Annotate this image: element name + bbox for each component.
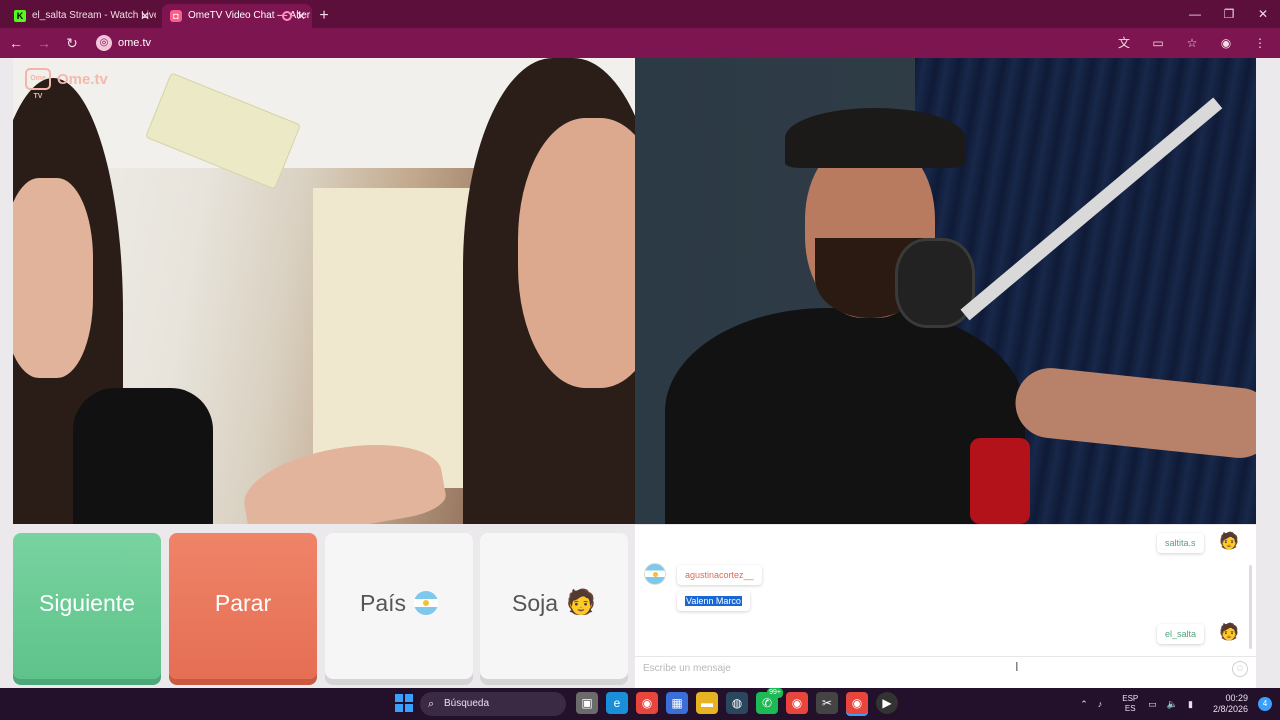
task-view-icon[interactable]: ▣ xyxy=(576,692,598,714)
window-blind xyxy=(313,188,483,488)
volume-icon[interactable]: 🔈 xyxy=(1167,699,1178,710)
minimize-icon[interactable]: — xyxy=(1178,0,1212,28)
address-bar[interactable]: ◎ ome.tv xyxy=(96,31,151,55)
person-face xyxy=(518,118,635,388)
self-video xyxy=(635,58,1256,524)
browser-toolbar: ← → ↻ ◎ ome.tv 文 ▭ ☆ ◉ ⋮ xyxy=(0,28,1280,58)
person-emoji-icon: 🧑 xyxy=(566,588,596,616)
chrome-icon[interactable]: ◉ xyxy=(636,692,658,714)
mic-tray-icon[interactable]: ♪ xyxy=(1098,699,1103,709)
chat-scrollbar[interactable] xyxy=(1249,565,1252,649)
translate-icon[interactable]: 文 xyxy=(1112,31,1136,55)
language-indicator[interactable]: ESP ES xyxy=(1112,694,1138,714)
edge-icon[interactable]: e xyxy=(606,692,628,714)
next-button[interactable]: Siguiente xyxy=(13,533,161,679)
chrome-active-icon[interactable]: ◉ xyxy=(846,692,868,714)
reload-icon[interactable]: ↻ xyxy=(60,31,84,55)
screen: K el_salta Stream - Watch Live on ✕ ◘ Om… xyxy=(0,0,1280,720)
selected-text: Valenn Marco xyxy=(685,596,742,606)
country-label: País xyxy=(359,590,407,616)
clock[interactable]: 00:29 2/8/2026 xyxy=(1203,693,1248,715)
file-explorer-icon[interactable]: ▬ xyxy=(696,692,718,714)
back-icon[interactable]: ← xyxy=(4,31,28,55)
gender-label: Soja xyxy=(512,590,559,616)
recording-icon xyxy=(282,11,292,21)
argentina-flag-icon xyxy=(414,590,439,615)
windows-taskbar: ⌕ Búsqueda ▣ e ◉ ▦ ▬ ◍ ✆ 99+ ◉ ✂ ◉ ▶ ⌃ ♪ … xyxy=(0,688,1280,720)
toolbar-actions: 文 ▭ ☆ ◉ ⋮ xyxy=(1102,31,1272,55)
brand-name: Ome.tv xyxy=(57,70,108,88)
emoji-picker-icon[interactable]: ☺ xyxy=(1232,661,1248,677)
url-text: ome.tv xyxy=(118,37,152,49)
restore-icon[interactable]: ❐ xyxy=(1212,0,1246,28)
system-tray: ⌃ ♪ ESP ES ▭ 🔈 ▮ 00:29 2/8/2026 4 xyxy=(1070,688,1272,720)
ometv-logo: Ome TV Ome.tv xyxy=(25,68,108,100)
profile-icon[interactable]: ◉ xyxy=(1214,31,1238,55)
capcut-icon[interactable]: ✂ xyxy=(816,692,838,714)
ometv-page: Ome TV Ome.tv Siguiente Parar País Soja 🧑… xyxy=(0,58,1280,688)
whatsapp-icon[interactable]: ✆ 99+ xyxy=(756,688,783,714)
tab-kick-stream[interactable]: K el_salta Stream - Watch Live on ✕ xyxy=(6,4,156,28)
tv-logo-icon: Ome TV xyxy=(25,68,51,100)
ometv-icon: ◘ xyxy=(170,10,182,22)
display-icon[interactable]: ▭ xyxy=(1148,699,1157,710)
taskbar-search[interactable]: ⌕ Búsqueda xyxy=(420,692,566,716)
kick-icon: K xyxy=(14,10,26,22)
argentina-flag-avatar-icon xyxy=(644,563,666,585)
window-controls: — ❐ ✕ xyxy=(1178,0,1280,28)
chrome-profile-icon[interactable]: ◉ xyxy=(786,692,808,714)
cap xyxy=(785,108,965,168)
text-cursor-icon: I xyxy=(1015,659,1019,674)
new-tab-button[interactable]: + xyxy=(312,4,336,28)
chat-message-author: saltita.s xyxy=(1157,533,1204,553)
media-player-icon[interactable]: ▶ xyxy=(876,692,898,714)
chat-message-author: agustinacortez__ xyxy=(677,565,762,585)
microphone xyxy=(895,238,975,328)
site-info-icon[interactable]: ◎ xyxy=(96,35,112,51)
red-chair xyxy=(970,438,1030,524)
partner-video: Ome TV Ome.tv xyxy=(13,58,635,524)
notification-count[interactable]: 4 xyxy=(1258,697,1272,711)
browser-tab-bar: K el_salta Stream - Watch Live on ✕ ◘ Om… xyxy=(0,0,1280,28)
close-window-icon[interactable]: ✕ xyxy=(1246,0,1280,28)
notification-badge: 99+ xyxy=(767,688,783,698)
user-avatar-icon: 🧑 xyxy=(1219,624,1239,641)
close-tab-icon[interactable]: ✕ xyxy=(140,4,150,28)
gender-button[interactable]: Soja 🧑 xyxy=(480,533,628,679)
chat-input-placeholder: Escribe un mensaje xyxy=(643,663,731,674)
chevron-up-icon[interactable]: ⌃ xyxy=(1080,699,1088,710)
steam-icon[interactable]: ◍ xyxy=(726,692,748,714)
person-face xyxy=(13,178,93,378)
stop-button[interactable]: Parar xyxy=(169,533,317,679)
close-tab-icon[interactable]: ✕ xyxy=(296,4,306,28)
cast-icon[interactable]: ▭ xyxy=(1146,31,1170,55)
country-button[interactable]: País xyxy=(325,533,473,679)
battery-icon[interactable]: ▮ xyxy=(1188,699,1193,710)
chat-message-input[interactable]: Escribe un mensaje I ☺ xyxy=(635,656,1256,682)
windows-start-icon[interactable] xyxy=(395,694,413,712)
chat-panel: saltita.s 🧑 agustinacortez__ Valenn Marc… xyxy=(635,525,1256,688)
chat-message-author: el_salta xyxy=(1157,624,1205,644)
search-label: Búsqueda xyxy=(444,698,490,709)
tab-ometv[interactable]: ◘ OmeTV Video Chat — Alter ✕ xyxy=(162,4,312,28)
user-avatar-icon: 🧑 xyxy=(1219,533,1239,550)
search-icon: ⌕ xyxy=(428,698,435,710)
tab-label: el_salta Stream - Watch Live on xyxy=(32,10,156,21)
store-icon[interactable]: ▦ xyxy=(666,692,688,714)
chat-message-text[interactable]: Valenn Marco xyxy=(677,591,750,611)
forward-icon[interactable]: → xyxy=(32,31,56,55)
taskbar-apps: ▣ e ◉ ▦ ▬ ◍ ✆ 99+ ◉ ✂ ◉ ▶ xyxy=(572,688,902,714)
menu-icon[interactable]: ⋮ xyxy=(1248,31,1272,55)
bookmark-star-icon[interactable]: ☆ xyxy=(1180,31,1204,55)
